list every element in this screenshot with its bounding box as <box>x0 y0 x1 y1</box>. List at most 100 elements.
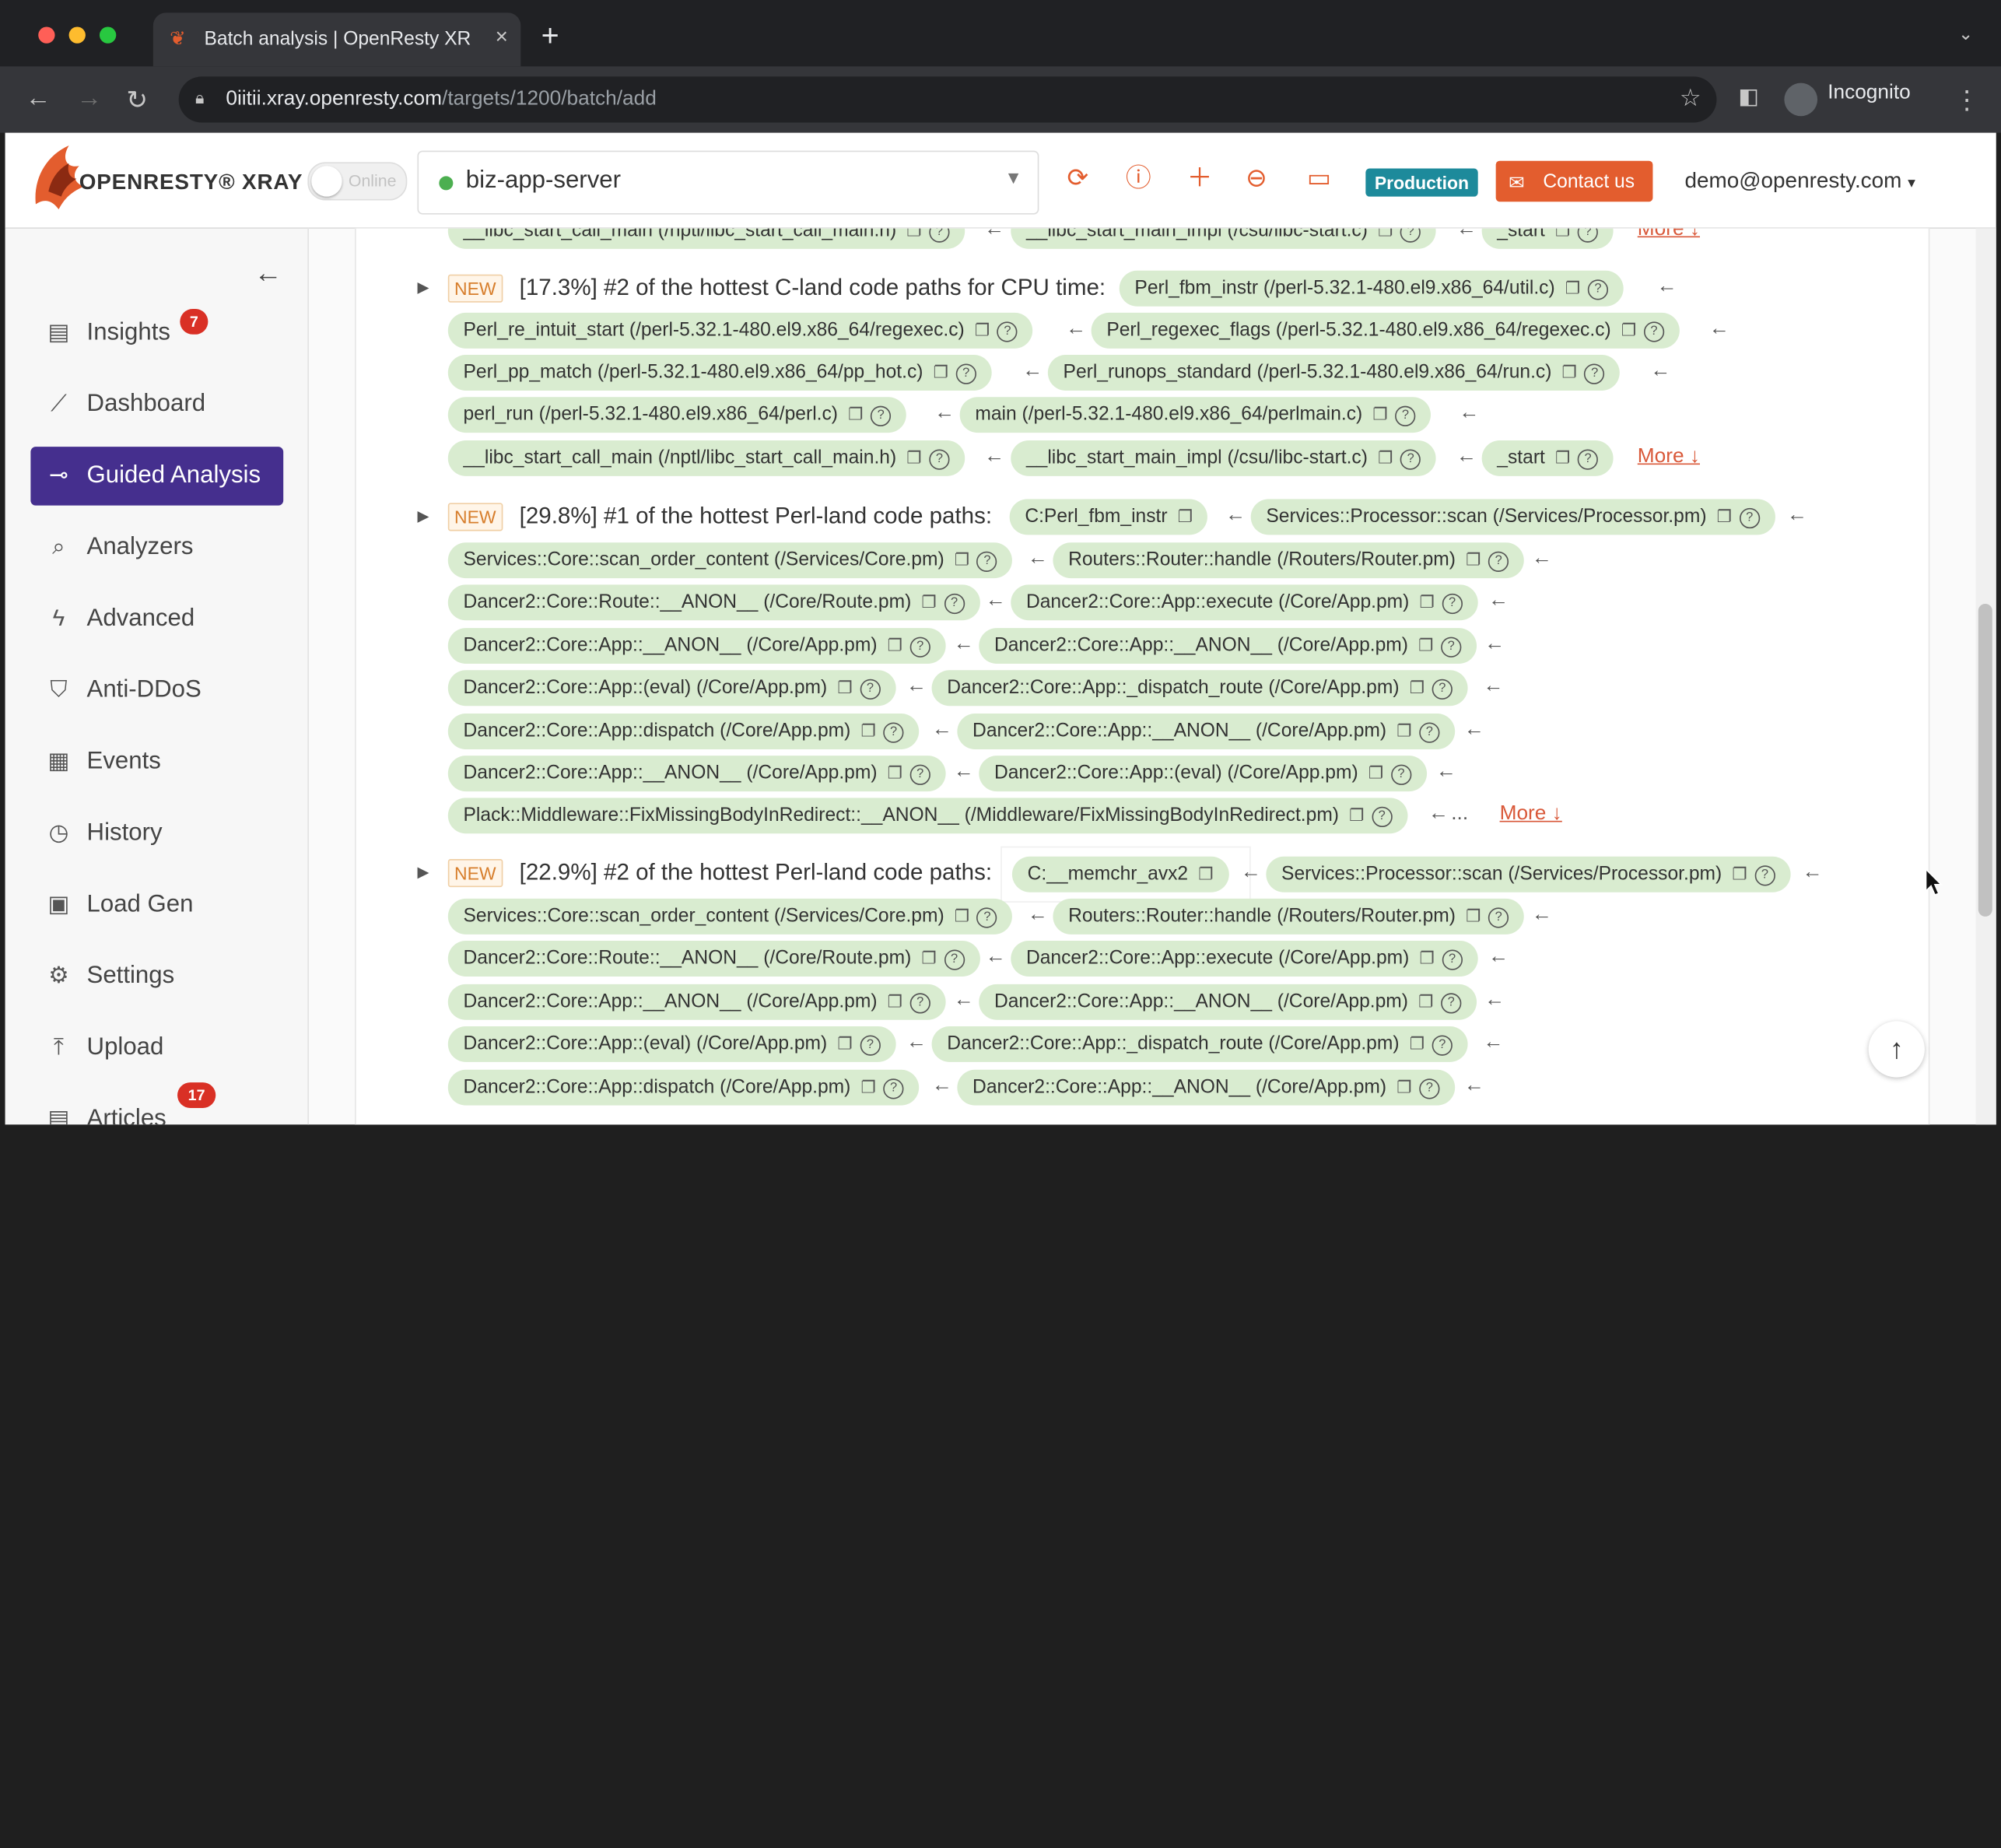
frame-pill[interactable]: Dancer2::Core::App::execute (/Core/App.p… <box>1011 584 1478 621</box>
copy-icon[interactable]: ❐ <box>860 721 875 741</box>
refresh-icon[interactable]: ⟳ <box>1067 165 1088 193</box>
sidebar-item-dashboard[interactable]: ⟋ Dashboard <box>30 375 283 433</box>
copy-icon[interactable]: ❐ <box>1419 949 1434 968</box>
copy-icon[interactable]: ❐ <box>860 1078 875 1097</box>
frame-pill[interactable]: Perl_regexec_flags (/perl-5.32.1-480.el9… <box>1091 312 1680 349</box>
help-icon[interactable]: ? <box>1419 722 1440 743</box>
frame-pill[interactable]: Dancer2::Core::Route::__ANON__ (/Core/Ro… <box>447 584 980 621</box>
help-icon[interactable]: ? <box>1488 551 1509 572</box>
remove-icon[interactable]: ⊖ <box>1246 165 1267 193</box>
copy-icon[interactable]: ❐ <box>888 636 902 655</box>
help-icon[interactable]: ? <box>1739 507 1760 529</box>
browser-tab[interactable]: ❦ Batch analysis | OpenResty XR × <box>152 12 521 67</box>
copy-icon[interactable]: ❐ <box>955 906 969 926</box>
application-selector[interactable]: biz-app-server ▼ <box>417 150 1039 215</box>
forward-icon[interactable]: → <box>76 84 102 114</box>
copy-icon[interactable]: ❐ <box>1410 678 1425 697</box>
help-icon[interactable]: ? <box>1442 949 1463 970</box>
frame-pill[interactable]: __libc_start_call_main (/nptl/libc_start… <box>447 440 965 476</box>
copy-icon[interactable]: ❐ <box>955 550 969 570</box>
help-icon[interactable]: ? <box>1400 228 1421 243</box>
tab-search-icon[interactable]: ⌄ <box>1958 23 1973 45</box>
add-icon[interactable]: ＋ <box>1187 165 1213 193</box>
copy-icon[interactable]: ❐ <box>848 405 863 424</box>
bookmark-star-icon[interactable]: ☆ <box>1680 84 1701 114</box>
help-icon[interactable]: ? <box>1754 865 1775 886</box>
copy-icon[interactable]: ❐ <box>1717 507 1732 526</box>
help-icon[interactable]: ? <box>1442 593 1463 615</box>
help-icon[interactable]: ? <box>955 363 976 384</box>
frame-pill[interactable]: Dancer2::Core::App::(eval) (/Core/App.pm… <box>447 670 896 707</box>
sidebar-item-settings[interactable]: ⚙ Settings <box>30 947 283 1005</box>
expand-chevron-icon[interactable]: ▶ <box>417 507 429 524</box>
copy-icon[interactable]: ❐ <box>1562 363 1577 382</box>
copy-icon[interactable]: ❐ <box>1621 321 1636 340</box>
copy-icon[interactable]: ❐ <box>1198 864 1213 884</box>
copy-icon[interactable]: ❐ <box>1565 279 1580 298</box>
help-icon[interactable]: ? <box>1390 764 1412 785</box>
help-icon[interactable]: ? <box>909 764 930 785</box>
more-link[interactable]: More ↓ <box>1500 803 1562 826</box>
frame-pill[interactable]: Dancer2::Core::App::dispatch (/Core/App.… <box>447 1069 920 1106</box>
frame-pill[interactable]: Perl_fbm_instr (/perl-5.32.1-480.el9.x86… <box>1119 270 1624 307</box>
copy-icon[interactable]: ❐ <box>1368 763 1383 783</box>
scroll-to-top-button[interactable]: ↑ <box>1868 1021 1925 1078</box>
help-icon[interactable]: ? <box>997 321 1018 342</box>
help-icon[interactable]: ? <box>883 722 904 743</box>
copy-icon[interactable]: ❐ <box>1178 507 1193 526</box>
frame-pill[interactable]: Dancer2::Core::App::(eval) (/Core/App.pm… <box>979 756 1427 792</box>
copy-icon[interactable]: ❐ <box>921 949 936 968</box>
frame-pill[interactable]: _start ❐? <box>1481 228 1614 249</box>
help-icon[interactable]: ? <box>860 679 881 700</box>
help-icon[interactable]: ? <box>1488 907 1509 928</box>
online-toggle[interactable]: Online <box>307 162 408 201</box>
frame-pill[interactable]: Services::Processor::scan (/Services/Pro… <box>1250 499 1775 535</box>
help-icon[interactable]: ? <box>944 949 965 970</box>
back-icon[interactable]: ← <box>26 84 51 114</box>
new-tab-button[interactable]: + <box>541 21 559 52</box>
copy-icon[interactable]: ❐ <box>1396 721 1411 741</box>
help-icon[interactable]: ? <box>1587 279 1609 300</box>
frame-pill[interactable]: _start ❐? <box>1481 440 1614 476</box>
collapse-sidebar-icon[interactable]: ← <box>254 257 282 290</box>
expand-chevron-icon[interactable]: ▶ <box>417 863 429 881</box>
expand-chevron-icon[interactable]: ▶ <box>417 279 429 296</box>
frame-pill[interactable]: C:Perl_fbm_instr ❐ <box>1009 499 1208 535</box>
frame-pill[interactable]: Dancer2::Core::App::__ANON__ (/Core/App.… <box>447 984 946 1020</box>
frame-pill[interactable]: Dancer2::Core::App::execute (/Core/App.p… <box>1011 941 1478 977</box>
frame-pill[interactable]: Dancer2::Core::App::(eval) (/Core/App.pm… <box>447 1026 896 1062</box>
copy-icon[interactable]: ❐ <box>1466 906 1481 926</box>
copy-icon[interactable]: ❐ <box>1555 448 1570 468</box>
copy-icon[interactable]: ❐ <box>1419 592 1434 612</box>
incognito-label[interactable]: Incognito <box>1828 82 1911 105</box>
help-icon[interactable]: ? <box>1577 449 1599 470</box>
sidebar-item-advanced[interactable]: ϟ Advanced <box>30 590 283 648</box>
copy-icon[interactable]: ❐ <box>1418 992 1433 1012</box>
card-settings-icon[interactable]: ▭ <box>1307 165 1331 193</box>
copy-icon[interactable]: ❐ <box>934 363 948 382</box>
sidebar-item-anti-ddos[interactable]: ⛉ Anti-DDoS <box>30 661 283 720</box>
frame-pill[interactable]: Dancer2::Core::App::__ANON__ (/Core/App.… <box>957 1069 1456 1106</box>
help-icon[interactable]: ? <box>1432 1035 1453 1056</box>
copy-icon[interactable]: ❐ <box>1378 229 1393 240</box>
frame-pill[interactable]: __libc_start_main_impl (/csu/libc-start.… <box>1011 440 1436 476</box>
help-icon[interactable]: ? <box>1584 363 1605 384</box>
copy-icon[interactable]: ❐ <box>1555 229 1570 240</box>
help-icon[interactable]: ? <box>909 636 930 657</box>
frame-pill[interactable]: main (/perl-5.32.1-480.el9.x86_64/perlma… <box>959 397 1432 433</box>
frame-pill[interactable]: Dancer2::Core::App::__ANON__ (/Core/App.… <box>979 984 1477 1020</box>
frame-pill[interactable]: Perl_re_intuit_start (/perl-5.32.1-480.e… <box>447 312 1033 349</box>
frame-pill[interactable]: Dancer2::Core::Route::__ANON__ (/Core/Ro… <box>447 941 980 977</box>
more-link[interactable]: More ↓ <box>1638 446 1700 469</box>
copy-icon[interactable]: ❐ <box>837 1034 852 1054</box>
copy-icon[interactable]: ❐ <box>888 992 902 1012</box>
frame-pill[interactable]: Dancer2::Core::App::__ANON__ (/Core/App.… <box>447 756 946 792</box>
copy-icon[interactable]: ❐ <box>1466 550 1481 570</box>
copy-icon[interactable]: ❐ <box>888 763 902 783</box>
copy-icon[interactable]: ❐ <box>906 448 921 468</box>
copy-icon[interactable]: ❐ <box>921 592 936 612</box>
sidebar-item-guided-analysis[interactable]: ⊸ Guided Analysis <box>30 447 284 506</box>
contact-us-button[interactable]: ✉ Contact us <box>1495 160 1653 202</box>
help-icon[interactable]: ? <box>929 228 950 243</box>
frame-pill[interactable]: Dancer2::Core::App::dispatch (/Core/App.… <box>447 714 920 749</box>
